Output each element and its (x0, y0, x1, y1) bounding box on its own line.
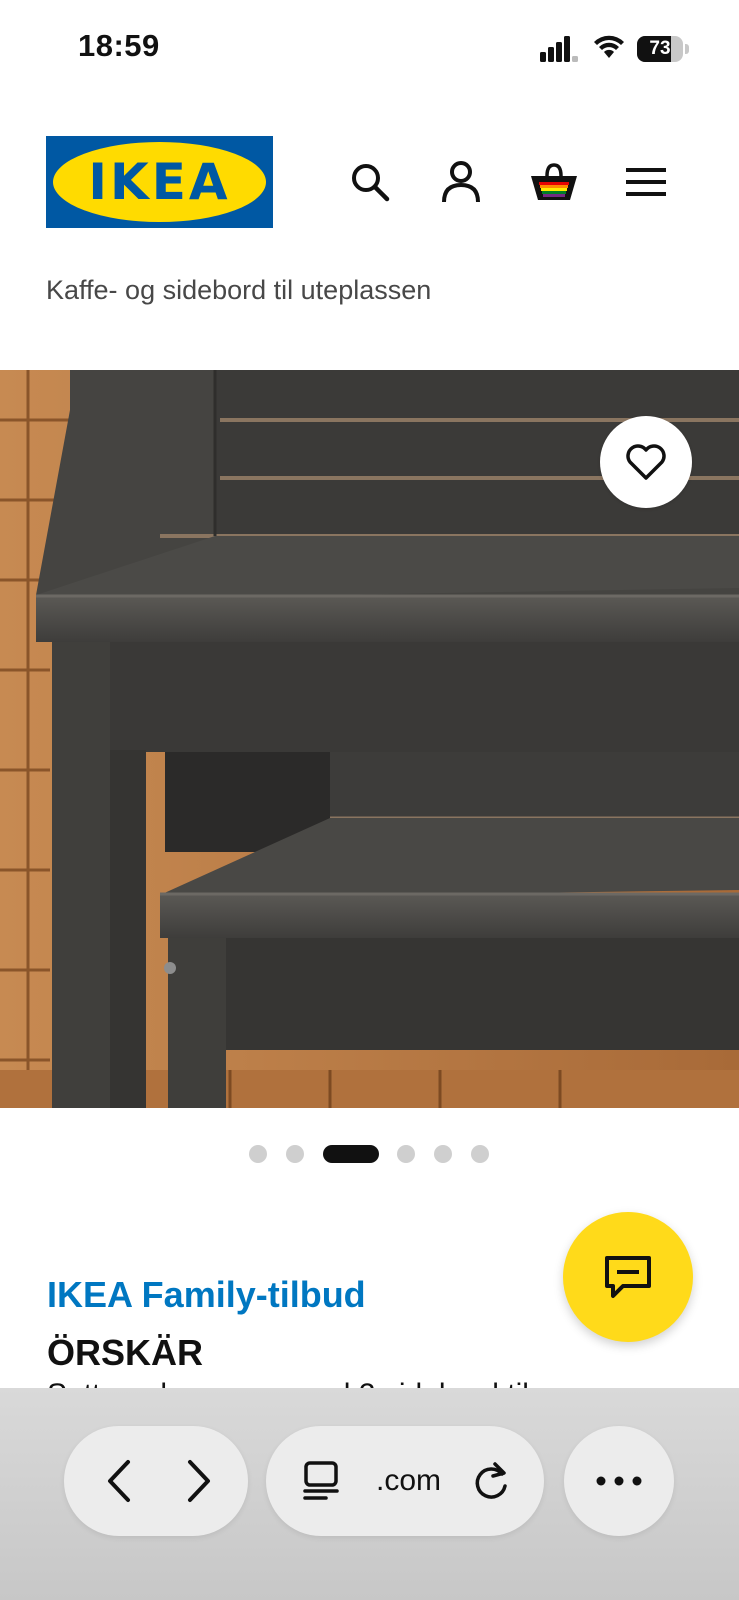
breadcrumb[interactable]: Kaffe- og sidebord til uteplassen (46, 275, 431, 306)
ellipsis-icon (596, 1476, 642, 1486)
chat-button[interactable] (563, 1212, 693, 1342)
back-button[interactable] (84, 1426, 154, 1536)
url-text: .com (376, 1464, 442, 1497)
image-carousel-dots (0, 1145, 739, 1165)
battery-icon: 73 (637, 36, 689, 62)
address-bar[interactable]: .com (266, 1426, 544, 1536)
carousel-dot-active[interactable] (323, 1145, 379, 1163)
reload-icon (475, 1462, 507, 1499)
hamburger-menu-icon[interactable] (621, 157, 671, 207)
wifi-icon (594, 35, 624, 58)
carousel-dot[interactable] (397, 1145, 415, 1163)
promo-label: IKEA Family-tilbud (47, 1274, 366, 1315)
carousel-dot[interactable] (286, 1145, 304, 1163)
carousel-dot[interactable] (434, 1145, 452, 1163)
status-time: 18:59 (78, 28, 160, 63)
carousel-dot[interactable] (249, 1145, 267, 1163)
cellular-signal-icon (540, 36, 578, 62)
product-name: ÖRSKÄR (47, 1332, 204, 1373)
status-bar: 18:59 73 (0, 0, 739, 100)
tabs-icon (303, 1461, 339, 1500)
chevron-right-icon (188, 1460, 210, 1502)
forward-button[interactable] (164, 1426, 234, 1536)
browser-toolbar: .com (0, 1388, 739, 1600)
search-icon[interactable] (345, 157, 395, 207)
carousel-dot[interactable] (471, 1145, 489, 1163)
battery-percent: 73 (649, 38, 671, 59)
chevron-left-icon (108, 1460, 130, 1502)
ikea-logo[interactable]: IKEA (46, 136, 273, 228)
more-options-pill[interactable] (564, 1426, 674, 1536)
reload-button[interactable] (466, 1426, 516, 1536)
account-icon[interactable] (436, 157, 486, 207)
heart-icon (626, 444, 666, 480)
shopping-basket-icon[interactable] (529, 157, 579, 207)
chat-bubble-icon (605, 1256, 651, 1298)
reader-mode-button[interactable] (296, 1426, 346, 1536)
favorite-button[interactable] (600, 416, 692, 508)
more-options-button[interactable] (564, 1426, 674, 1536)
navigation-pill (64, 1426, 248, 1536)
